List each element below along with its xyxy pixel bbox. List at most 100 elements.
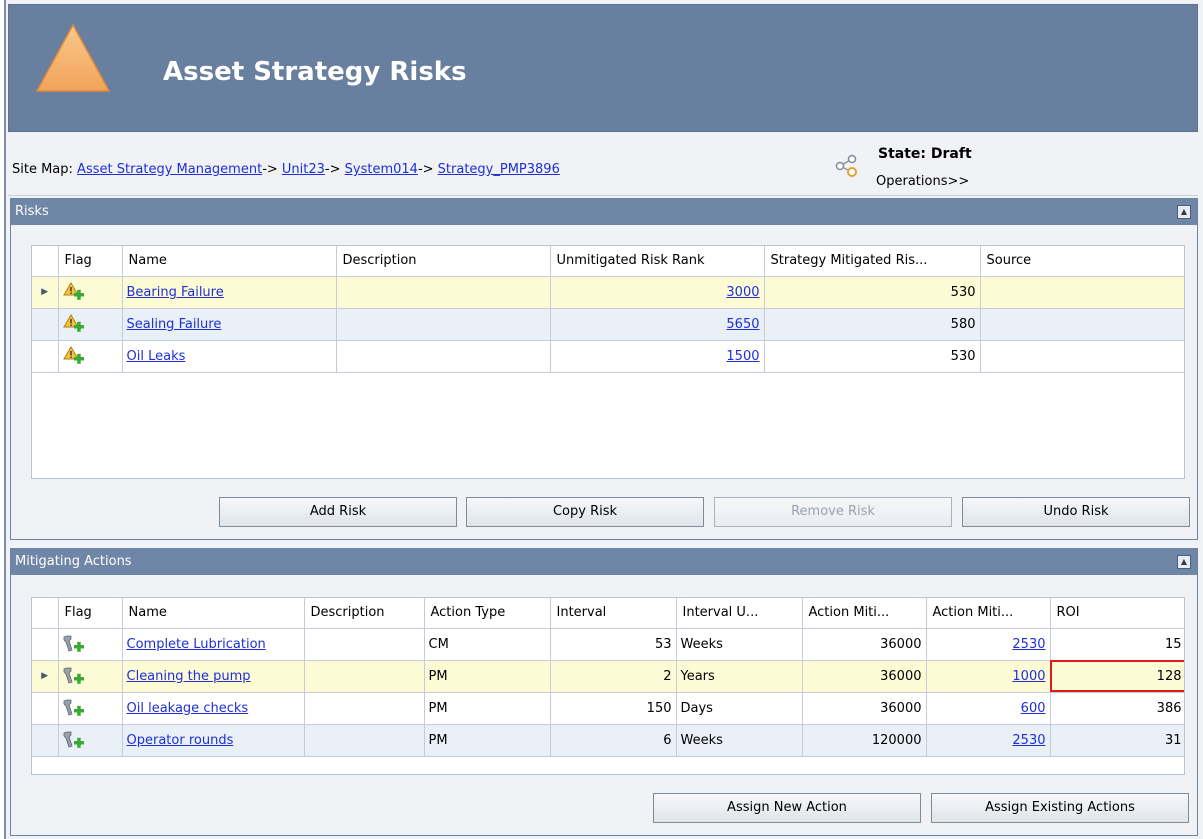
table-row[interactable]: Oil leakage checks PM 150 Days 36000 600… bbox=[32, 692, 1184, 725]
assign-existing-actions-button[interactable]: Assign Existing Actions bbox=[931, 793, 1189, 823]
action-type-cell[interactable]: PM bbox=[424, 724, 551, 757]
description-cell[interactable] bbox=[304, 628, 425, 661]
action-mitigation-1-cell[interactable]: 36000 bbox=[802, 692, 927, 725]
column-header-flag[interactable]: Flag bbox=[58, 598, 123, 629]
description-cell[interactable] bbox=[336, 308, 551, 341]
source-cell[interactable] bbox=[980, 308, 1184, 341]
action-name-link[interactable]: Oil leakage checks bbox=[127, 701, 249, 716]
roi-cell[interactable]: 31 bbox=[1050, 724, 1184, 757]
unmitigated-risk-rank-link[interactable]: 3000 bbox=[726, 285, 759, 300]
action-type-cell[interactable]: PM bbox=[424, 660, 551, 693]
column-header-interval[interactable]: Interval bbox=[550, 598, 677, 629]
action-name-cell[interactable]: Complete Lubrication bbox=[122, 628, 305, 661]
action-mitigation-2-cell[interactable]: 600 bbox=[926, 692, 1051, 725]
unmitigated-risk-rank-cell[interactable]: 3000 bbox=[550, 276, 765, 309]
interval-units-cell[interactable]: Years bbox=[676, 660, 803, 693]
source-cell[interactable] bbox=[980, 340, 1184, 373]
action-name-cell[interactable]: Oil leakage checks bbox=[122, 692, 305, 725]
description-cell[interactable] bbox=[336, 340, 551, 373]
action-mitigation-link[interactable]: 2530 bbox=[1012, 733, 1045, 748]
action-mitigation-1-cell[interactable]: 36000 bbox=[802, 660, 927, 693]
column-header-action-type[interactable]: Action Type bbox=[424, 598, 551, 629]
column-header-roi[interactable]: ROI bbox=[1050, 598, 1184, 629]
state-workflow-icon[interactable] bbox=[834, 152, 860, 178]
action-name-link[interactable]: Complete Lubrication bbox=[127, 637, 266, 652]
action-mitigation-link[interactable]: 1000 bbox=[1012, 669, 1045, 684]
source-cell[interactable] bbox=[980, 276, 1184, 309]
assign-new-action-button[interactable]: Assign New Action bbox=[653, 793, 921, 823]
risk-name-cell[interactable]: Oil Leaks bbox=[122, 340, 337, 373]
column-header-action-mitigation-2[interactable]: Action Miti... bbox=[926, 598, 1051, 629]
breadcrumb-link-system[interactable]: System014 bbox=[345, 162, 418, 177]
action-name-link[interactable]: Cleaning the pump bbox=[127, 669, 251, 684]
interval-cell[interactable]: 2 bbox=[550, 660, 677, 693]
roi-cell[interactable]: 386 bbox=[1050, 692, 1184, 725]
unmitigated-risk-rank-link[interactable]: 1500 bbox=[726, 349, 759, 364]
column-header-unmitigated-risk-rank[interactable]: Unmitigated Risk Rank bbox=[550, 246, 765, 277]
action-name-cell[interactable]: Operator rounds bbox=[122, 724, 305, 757]
action-mitigation-1-cell[interactable]: 120000 bbox=[802, 724, 927, 757]
roi-cell[interactable]: 15 bbox=[1050, 628, 1184, 661]
action-mitigation-link[interactable]: 600 bbox=[1021, 701, 1046, 716]
risk-name-cell[interactable]: Bearing Failure bbox=[122, 276, 337, 309]
column-header-name[interactable]: Name bbox=[122, 598, 305, 629]
mitigated-risk-cell[interactable]: 580 bbox=[764, 308, 981, 341]
interval-cell[interactable]: 53 bbox=[550, 628, 677, 661]
operations-link[interactable]: Operations>> bbox=[876, 174, 969, 189]
table-row[interactable]: ▶ Bearing Failure 3000 530 bbox=[32, 276, 1184, 309]
column-header-name[interactable]: Name bbox=[122, 246, 337, 277]
action-mitigation-link[interactable]: 2530 bbox=[1012, 637, 1045, 652]
collapse-icon[interactable]: ▲ bbox=[1177, 555, 1191, 569]
row-selector[interactable] bbox=[32, 308, 59, 341]
unmitigated-risk-rank-link[interactable]: 5650 bbox=[726, 317, 759, 332]
collapse-icon[interactable]: ▲ bbox=[1177, 205, 1191, 219]
action-name-link[interactable]: Operator rounds bbox=[127, 733, 234, 748]
risk-name-link[interactable]: Bearing Failure bbox=[127, 285, 224, 300]
action-name-cell[interactable]: Cleaning the pump bbox=[122, 660, 305, 693]
row-selector[interactable] bbox=[32, 628, 59, 661]
row-selector[interactable] bbox=[32, 340, 59, 373]
action-mitigation-2-cell[interactable]: 1000 bbox=[926, 660, 1051, 693]
table-row[interactable]: Complete Lubrication CM 53 Weeks 36000 2… bbox=[32, 628, 1184, 661]
interval-cell[interactable]: 6 bbox=[550, 724, 677, 757]
action-type-cell[interactable]: CM bbox=[424, 628, 551, 661]
unmitigated-risk-rank-cell[interactable]: 5650 bbox=[550, 308, 765, 341]
risk-name-link[interactable]: Oil Leaks bbox=[127, 349, 186, 364]
column-header-interval-units[interactable]: Interval U... bbox=[676, 598, 803, 629]
table-row[interactable]: Operator rounds PM 6 Weeks 120000 2530 3… bbox=[32, 724, 1184, 757]
interval-units-cell[interactable]: Days bbox=[676, 692, 803, 725]
column-header-description[interactable]: Description bbox=[304, 598, 425, 629]
action-mitigation-2-cell[interactable]: 2530 bbox=[926, 628, 1051, 661]
row-selector[interactable] bbox=[32, 692, 59, 725]
column-header-description[interactable]: Description bbox=[336, 246, 551, 277]
unmitigated-risk-rank-cell[interactable]: 1500 bbox=[550, 340, 765, 373]
action-mitigation-2-cell[interactable]: 2530 bbox=[926, 724, 1051, 757]
description-cell[interactable] bbox=[304, 692, 425, 725]
action-mitigation-1-cell[interactable]: 36000 bbox=[802, 628, 927, 661]
description-cell[interactable] bbox=[304, 724, 425, 757]
interval-units-cell[interactable]: Weeks bbox=[676, 724, 803, 757]
interval-cell[interactable]: 150 bbox=[550, 692, 677, 725]
column-header-strategy-mitigated-risk[interactable]: Strategy Mitigated Ris... bbox=[764, 246, 981, 277]
table-row[interactable]: Sealing Failure 5650 580 bbox=[32, 308, 1184, 341]
row-selector[interactable] bbox=[32, 724, 59, 757]
breadcrumb-link-strategy[interactable]: Strategy_PMP3896 bbox=[438, 162, 560, 177]
description-cell[interactable] bbox=[336, 276, 551, 309]
table-row[interactable]: ▶ Cleaning the pump PM 2 Years 36000 100… bbox=[32, 660, 1184, 693]
column-header-source[interactable]: Source bbox=[980, 246, 1184, 277]
interval-units-cell[interactable]: Weeks bbox=[676, 628, 803, 661]
column-header-flag[interactable]: Flag bbox=[58, 246, 123, 277]
undo-risk-button[interactable]: Undo Risk bbox=[962, 497, 1190, 527]
roi-cell-highlighted[interactable]: 128 bbox=[1050, 660, 1184, 693]
add-risk-button[interactable]: Add Risk bbox=[219, 497, 457, 527]
risk-name-link[interactable]: Sealing Failure bbox=[127, 317, 222, 332]
column-header-action-mitigation-1[interactable]: Action Miti... bbox=[802, 598, 927, 629]
description-cell[interactable] bbox=[304, 660, 425, 693]
risk-name-cell[interactable]: Sealing Failure bbox=[122, 308, 337, 341]
mitigated-risk-cell[interactable]: 530 bbox=[764, 276, 981, 309]
copy-risk-button[interactable]: Copy Risk bbox=[466, 497, 704, 527]
breadcrumb-link-asset-strategy-management[interactable]: Asset Strategy Management bbox=[77, 162, 262, 177]
mitigated-risk-cell[interactable]: 530 bbox=[764, 340, 981, 373]
action-type-cell[interactable]: PM bbox=[424, 692, 551, 725]
remove-risk-button[interactable]: Remove Risk bbox=[714, 497, 952, 527]
